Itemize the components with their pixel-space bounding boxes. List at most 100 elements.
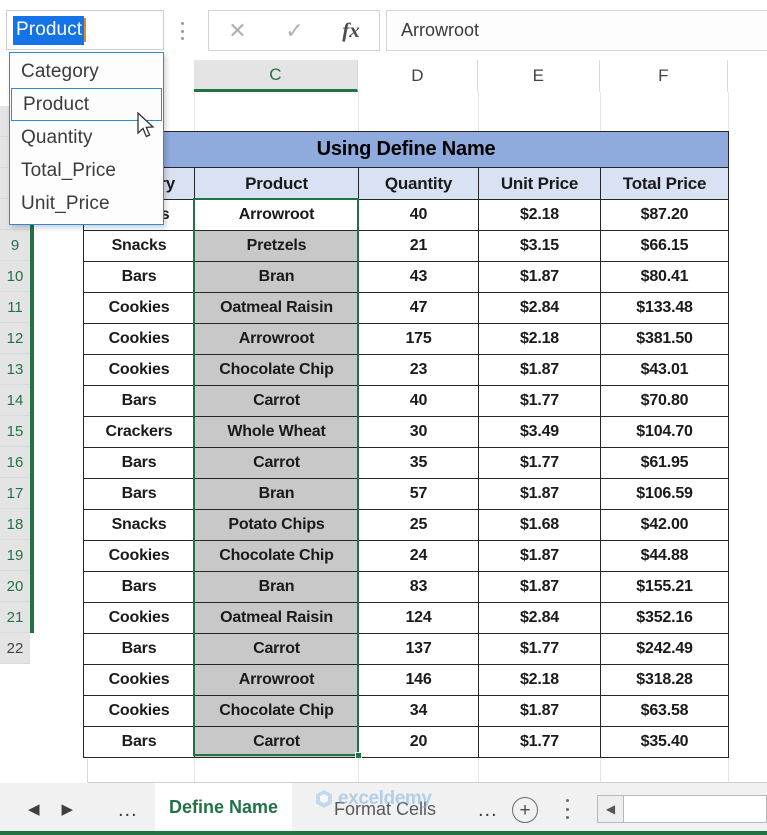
row-header-11[interactable]: 11 [0, 292, 30, 323]
cell-category[interactable]: Bars [83, 726, 195, 758]
cell-unit-price[interactable]: $1.87 [478, 540, 601, 572]
cell-category[interactable]: Cookies [83, 323, 195, 355]
cell-unit-price[interactable]: $1.87 [478, 478, 601, 510]
cell-unit-price[interactable]: $2.18 [478, 664, 601, 696]
cell-quantity[interactable]: 43 [358, 261, 479, 293]
cell-category[interactable]: Bars [83, 385, 195, 417]
insert-function-icon[interactable]: fx [342, 20, 360, 41]
cell-quantity[interactable]: 175 [358, 323, 479, 355]
cell-product[interactable]: Bran [194, 571, 359, 603]
column-header-d[interactable]: D [358, 60, 478, 92]
cell-quantity[interactable]: 47 [358, 292, 479, 324]
cancel-icon[interactable]: ✕ [228, 19, 246, 42]
cell-product[interactable]: Oatmeal Raisin [194, 602, 359, 634]
cell-quantity[interactable]: 30 [358, 416, 479, 448]
cell-product[interactable]: Carrot [194, 633, 359, 665]
horizontal-scrollbar[interactable]: ◀ [597, 795, 767, 823]
cell-product[interactable]: Bran [194, 261, 359, 293]
cell-category[interactable]: Cookies [83, 695, 195, 727]
sheet-tab-format-cells[interactable]: Format Cells [320, 783, 450, 835]
row-header-20[interactable]: 20 [0, 571, 30, 602]
cell-product[interactable]: Chocolate Chip [194, 354, 359, 386]
cell-product[interactable]: Bran [194, 478, 359, 510]
cell-unit-price[interactable]: $1.77 [478, 633, 601, 665]
formula-input[interactable]: Arrowroot [386, 10, 767, 51]
cell-product[interactable]: Chocolate Chip [194, 540, 359, 572]
cell-category[interactable]: Snacks [83, 509, 195, 541]
sheet-tab-define-name[interactable]: Define Name [155, 783, 293, 835]
cell-quantity[interactable]: 35 [358, 447, 479, 479]
cell-unit-price[interactable]: $2.84 [478, 292, 601, 324]
dropdown-item-category[interactable]: Category [10, 55, 163, 88]
cell-quantity[interactable]: 146 [358, 664, 479, 696]
next-sheet-icon[interactable]: ▶ [62, 800, 74, 818]
cell-category[interactable]: Cookies [83, 292, 195, 324]
row-header-16[interactable]: 16 [0, 447, 30, 478]
cell-product[interactable]: Potato Chips [194, 509, 359, 541]
cell-category[interactable]: Bars [83, 261, 195, 293]
cell-total-price[interactable]: $106.59 [599, 478, 730, 510]
cell-total-price[interactable]: $155.21 [599, 571, 730, 603]
cell-total-price[interactable]: $66.15 [599, 230, 730, 262]
column-header-e[interactable]: E [478, 60, 600, 92]
cell-category[interactable]: Bars [83, 447, 195, 479]
cell-quantity[interactable]: 40 [358, 385, 479, 417]
cell-category[interactable]: Cookies [83, 354, 195, 386]
row-header-14[interactable]: 14 [0, 385, 30, 416]
cell-category[interactable]: Bars [83, 571, 195, 603]
dropdown-item-total-price[interactable]: Total_Price [10, 154, 163, 187]
cell-total-price[interactable]: $44.88 [599, 540, 730, 572]
cell-product[interactable]: Carrot [194, 447, 359, 479]
cell-quantity[interactable]: 34 [358, 695, 479, 727]
dropdown-item-unit-price[interactable]: Unit_Price [10, 187, 163, 220]
row-header-21[interactable]: 21 [0, 602, 30, 633]
cell-unit-price[interactable]: $1.77 [478, 447, 601, 479]
row-header-10[interactable]: 10 [0, 261, 30, 292]
cell-product[interactable]: Arrowroot [194, 199, 359, 231]
cell-category[interactable]: Snacks [83, 230, 195, 262]
cell-product[interactable]: Pretzels [194, 230, 359, 262]
cell-product[interactable]: Arrowroot [194, 323, 359, 355]
add-sheet-button[interactable]: + [512, 797, 538, 823]
row-header-9[interactable]: 9 [0, 230, 30, 261]
column-header-c[interactable]: C [194, 60, 358, 92]
row-header-18[interactable]: 18 [0, 509, 30, 540]
cell-quantity[interactable]: 83 [358, 571, 479, 603]
prev-sheet-icon[interactable]: ◀ [28, 800, 40, 818]
cell-quantity[interactable]: 25 [358, 509, 479, 541]
cell-unit-price[interactable]: $3.15 [478, 230, 601, 262]
cell-quantity[interactable]: 21 [358, 230, 479, 262]
cell-category[interactable]: Cookies [83, 602, 195, 634]
cell-total-price[interactable]: $43.01 [599, 354, 730, 386]
cell-total-price[interactable]: $318.28 [599, 664, 730, 696]
cell-unit-price[interactable]: $1.87 [478, 695, 601, 727]
name-box[interactable]: Product [6, 10, 164, 50]
cell-quantity[interactable]: 40 [358, 199, 479, 231]
cell-category[interactable]: Bars [83, 633, 195, 665]
cell-category[interactable]: Cookies [83, 540, 195, 572]
cell-quantity[interactable]: 24 [358, 540, 479, 572]
cell-total-price[interactable]: $70.80 [599, 385, 730, 417]
cell-product[interactable]: Chocolate Chip [194, 695, 359, 727]
row-header-19[interactable]: 19 [0, 540, 30, 571]
cell-product[interactable]: Carrot [194, 385, 359, 417]
tab-overflow-icon[interactable] [565, 799, 569, 819]
cell-total-price[interactable]: $80.41 [599, 261, 730, 293]
cell-total-price[interactable]: $42.00 [599, 509, 730, 541]
cell-unit-price[interactable]: $2.18 [478, 323, 601, 355]
cell-quantity[interactable]: 23 [358, 354, 479, 386]
sheet-tab-ellipsis[interactable]: ... [478, 799, 498, 822]
cell-product[interactable]: Arrowroot [194, 664, 359, 696]
cell-unit-price[interactable]: $1.87 [478, 571, 601, 603]
column-header-f[interactable]: F [600, 60, 728, 92]
cell-unit-price[interactable]: $2.18 [478, 199, 601, 231]
cell-category[interactable]: Cookies [83, 664, 195, 696]
cell-total-price[interactable]: $63.58 [599, 695, 730, 727]
cell-unit-price[interactable]: $2.84 [478, 602, 601, 634]
cell-quantity[interactable]: 57 [358, 478, 479, 510]
cell-total-price[interactable]: $104.70 [599, 416, 730, 448]
row-header-13[interactable]: 13 [0, 354, 30, 385]
cell-total-price[interactable]: $242.49 [599, 633, 730, 665]
cell-total-price[interactable]: $381.50 [599, 323, 730, 355]
cell-quantity[interactable]: 137 [358, 633, 479, 665]
